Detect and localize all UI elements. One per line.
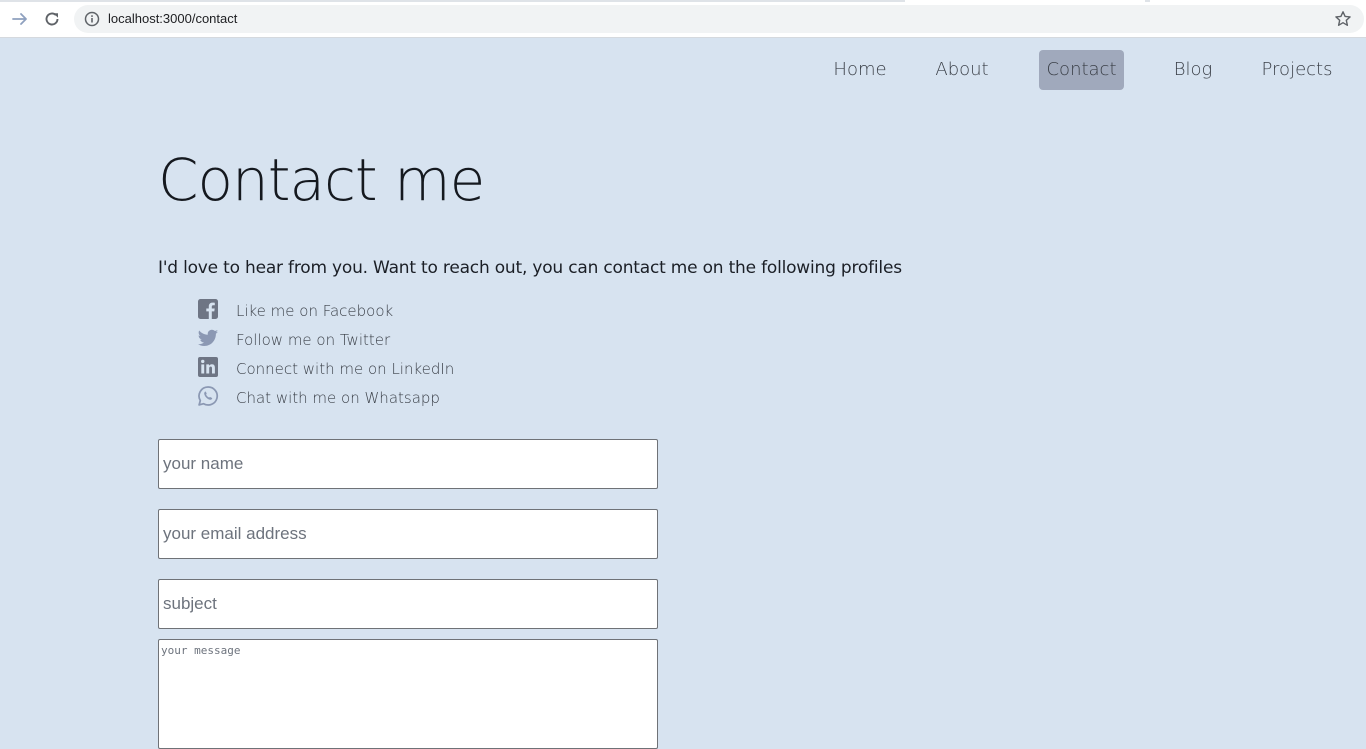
nav-projects[interactable]: Projects bbox=[1252, 50, 1342, 90]
reload-button[interactable] bbox=[41, 8, 63, 30]
twitter-icon bbox=[196, 326, 220, 350]
profile-twitter[interactable]: Follow me on Twitter bbox=[196, 325, 454, 354]
tab-strip-edge bbox=[0, 0, 1366, 2]
profile-facebook[interactable]: Like me on Facebook bbox=[196, 296, 454, 325]
profile-linkedin-label[interactable]: Connect with me on LinkedIn bbox=[236, 360, 454, 378]
star-icon[interactable] bbox=[1334, 10, 1352, 28]
facebook-icon bbox=[196, 297, 220, 321]
browser-toolbar: localhost:3000/contact bbox=[0, 0, 1366, 38]
reload-icon bbox=[45, 12, 59, 26]
arrow-right-icon bbox=[12, 13, 27, 25]
subject-field[interactable] bbox=[158, 579, 658, 629]
profile-whatsapp[interactable]: Chat with me on Whatsapp bbox=[196, 383, 454, 412]
whatsapp-icon bbox=[196, 384, 220, 408]
intro-text: I'd love to hear from you. Want to reach… bbox=[158, 258, 902, 278]
nav-blog[interactable]: Blog bbox=[1153, 50, 1233, 90]
page-title: Contact me bbox=[158, 146, 485, 214]
social-profiles-list: Like me on Facebook Follow me on Twitter… bbox=[196, 296, 454, 412]
name-field[interactable] bbox=[158, 439, 658, 489]
nav-about[interactable]: About bbox=[922, 50, 1002, 90]
nav-contact[interactable]: Contact bbox=[1039, 50, 1124, 90]
email-field[interactable] bbox=[158, 509, 658, 559]
profile-linkedin[interactable]: Connect with me on LinkedIn bbox=[196, 354, 454, 383]
nav-home[interactable]: Home bbox=[820, 50, 900, 90]
forward-button[interactable] bbox=[9, 8, 31, 30]
profile-facebook-label[interactable]: Like me on Facebook bbox=[236, 302, 393, 320]
message-field[interactable] bbox=[158, 639, 658, 749]
profile-twitter-label[interactable]: Follow me on Twitter bbox=[236, 331, 390, 349]
address-bar[interactable]: localhost:3000/contact bbox=[74, 5, 1364, 33]
info-icon[interactable] bbox=[84, 11, 100, 27]
profile-whatsapp-label[interactable]: Chat with me on Whatsapp bbox=[236, 389, 440, 407]
linkedin-icon bbox=[196, 355, 220, 379]
contact-form bbox=[158, 439, 658, 749]
url-text[interactable]: localhost:3000/contact bbox=[108, 11, 237, 27]
